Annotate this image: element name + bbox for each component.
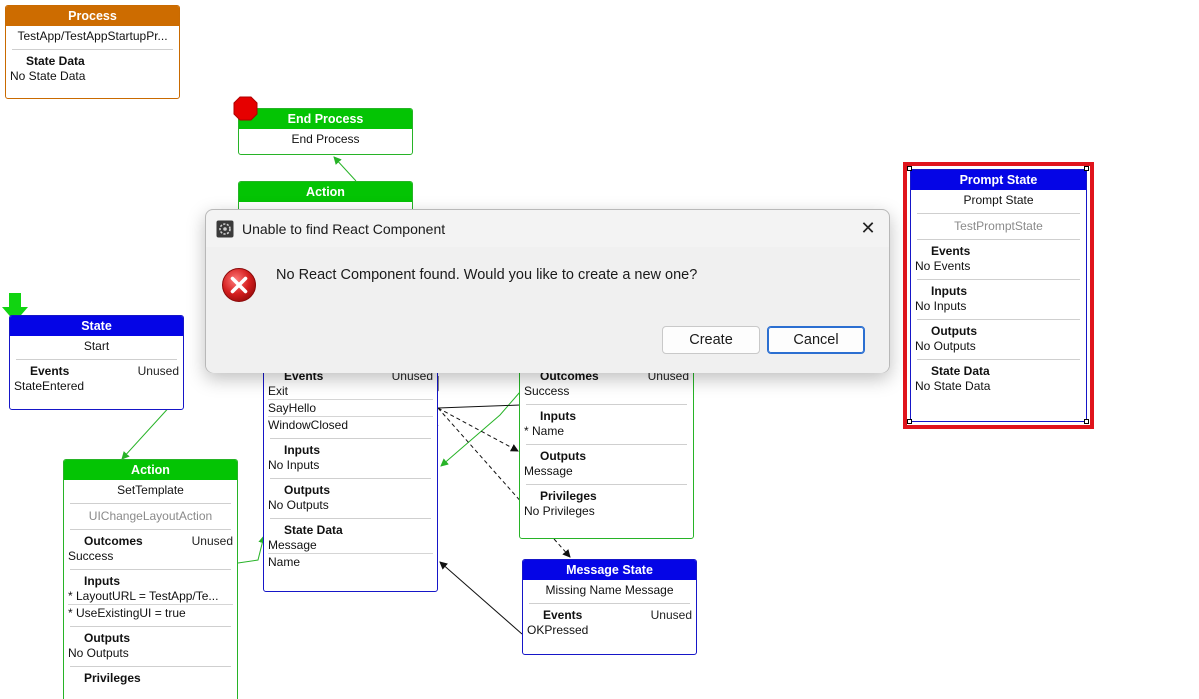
outcome-item[interactable]: Success xyxy=(524,383,689,399)
edge-action-to-end xyxy=(333,156,357,182)
privileges-title: Privileges xyxy=(84,671,141,685)
error-dialog: Unable to find React Component ✕ No Reac… xyxy=(205,209,890,373)
divider xyxy=(529,603,690,604)
input-item: No Inputs xyxy=(915,299,967,313)
divider xyxy=(526,404,687,405)
state-data-title: State Data xyxy=(284,523,343,537)
divider xyxy=(12,49,173,50)
resize-handle-top-left[interactable] xyxy=(907,166,912,171)
action-settemplate-node[interactable]: Action SetTemplate UIChangeLayoutAction … xyxy=(63,459,238,699)
prompt-state-type: TestPromptState xyxy=(954,219,1043,233)
outputs-title: Outputs xyxy=(84,631,130,645)
outputs-title: Outputs xyxy=(540,449,586,463)
prompt-state-header: Prompt State xyxy=(911,170,1086,190)
state-start-header: State xyxy=(10,316,183,336)
divider xyxy=(70,503,231,504)
process-node-name: TestApp/TestAppStartupPr... xyxy=(17,29,168,43)
input-item[interactable]: * LayoutURL = TestApp/Te... xyxy=(68,588,233,605)
divider xyxy=(917,279,1080,280)
divider xyxy=(16,359,177,360)
event-item[interactable]: SayHello xyxy=(268,400,433,417)
divider xyxy=(70,626,231,627)
message-state-header: Message State xyxy=(523,560,696,580)
edge-settemplate-to-state xyxy=(237,535,267,564)
dialog-titlebar[interactable]: Unable to find React Component xyxy=(206,210,889,247)
process-node[interactable]: Process TestApp/TestAppStartupPr... Stat… xyxy=(5,5,180,99)
event-item[interactable]: WindowClosed xyxy=(268,417,433,433)
error-icon xyxy=(222,268,256,302)
divider xyxy=(917,319,1080,320)
action-settemplate-type: UIChangeLayoutAction xyxy=(88,509,213,523)
dialog-title: Unable to find React Component xyxy=(242,220,446,237)
output-item: No Outputs xyxy=(915,339,976,353)
stop-sign-icon xyxy=(233,96,258,121)
close-icon[interactable]: ✕ xyxy=(859,219,877,237)
resize-handle-bottom-right[interactable] xyxy=(1084,419,1089,424)
privilege-item: No Privileges xyxy=(524,504,595,518)
cancel-button[interactable]: Cancel xyxy=(767,326,865,354)
state-data-value: No State Data xyxy=(10,69,86,83)
prompt-state-name: Prompt State xyxy=(963,193,1034,207)
inputs-title: Inputs xyxy=(284,443,320,457)
dialog-body: No React Component found. Would you like… xyxy=(206,247,889,373)
input-item: No Inputs xyxy=(268,458,320,472)
input-item[interactable]: * Name xyxy=(524,423,689,439)
action-settemplate-header: Action xyxy=(64,460,237,480)
outcomes-title: Outcomes Unused xyxy=(84,534,233,548)
state-data-item[interactable]: Name xyxy=(268,554,433,570)
outputs-title: Outputs xyxy=(284,483,330,497)
event-item[interactable]: Exit xyxy=(268,383,433,400)
divider xyxy=(270,478,431,479)
state-data-title: State Data xyxy=(931,364,990,378)
end-process-name: End Process xyxy=(291,132,360,146)
divider xyxy=(70,666,231,667)
divider xyxy=(917,239,1080,240)
message-state-node[interactable]: Message State Missing Name Message Event… xyxy=(522,559,697,655)
edge-sayhello-to-right xyxy=(437,407,519,452)
process-node-header: Process xyxy=(6,6,179,26)
prompt-state-node[interactable]: Prompt State Prompt State TestPromptStat… xyxy=(910,169,1087,422)
divider xyxy=(270,518,431,519)
message-state-name: Missing Name Message xyxy=(545,583,674,597)
divider xyxy=(526,444,687,445)
outputs-title: Outputs xyxy=(931,324,977,338)
events-title: Events Unused xyxy=(30,364,179,378)
inputs-title: Inputs xyxy=(931,284,967,298)
create-button[interactable]: Create xyxy=(662,326,760,354)
end-process-header: End Process xyxy=(239,109,412,129)
dialog-message: No React Component found. Would you like… xyxy=(276,267,698,283)
events-title: Events Unused xyxy=(543,608,692,622)
action-settemplate-name: SetTemplate xyxy=(117,483,184,497)
state-start-node[interactable]: State Start Events Unused StateEntered xyxy=(9,315,184,410)
divider xyxy=(70,529,231,530)
divider xyxy=(270,438,431,439)
events-title: Events xyxy=(931,244,971,258)
edge-message-to-state xyxy=(439,561,523,635)
output-item: No Outputs xyxy=(68,646,129,660)
privileges-title: Privileges xyxy=(540,489,597,503)
outcome-item[interactable]: Success xyxy=(68,548,233,564)
state-data-title: State Data xyxy=(26,54,85,68)
event-item[interactable]: OKPressed xyxy=(527,622,692,638)
divider xyxy=(526,484,687,485)
event-item: No Events xyxy=(915,259,971,273)
divider xyxy=(917,213,1080,214)
divider xyxy=(70,569,231,570)
resize-handle-bottom-left[interactable] xyxy=(907,419,912,424)
resize-handle-top-right[interactable] xyxy=(1084,166,1089,171)
inputs-title: Inputs xyxy=(84,574,120,588)
state-data-item: No State Data xyxy=(915,379,991,393)
edge-right-to-state xyxy=(440,391,521,467)
output-item: No Outputs xyxy=(268,498,329,512)
state-data-item[interactable]: Message xyxy=(268,537,433,554)
divider xyxy=(917,359,1080,360)
output-item[interactable]: Message xyxy=(524,463,689,479)
input-item[interactable]: * UseExistingUI = true xyxy=(68,605,233,621)
app-icon xyxy=(216,220,234,237)
event-item[interactable]: StateEntered xyxy=(14,378,179,394)
end-process-node[interactable]: End Process End Process xyxy=(238,108,413,155)
state-start-name: Start xyxy=(83,339,110,353)
action-top-header: Action xyxy=(239,182,412,202)
inputs-title: Inputs xyxy=(540,409,576,423)
